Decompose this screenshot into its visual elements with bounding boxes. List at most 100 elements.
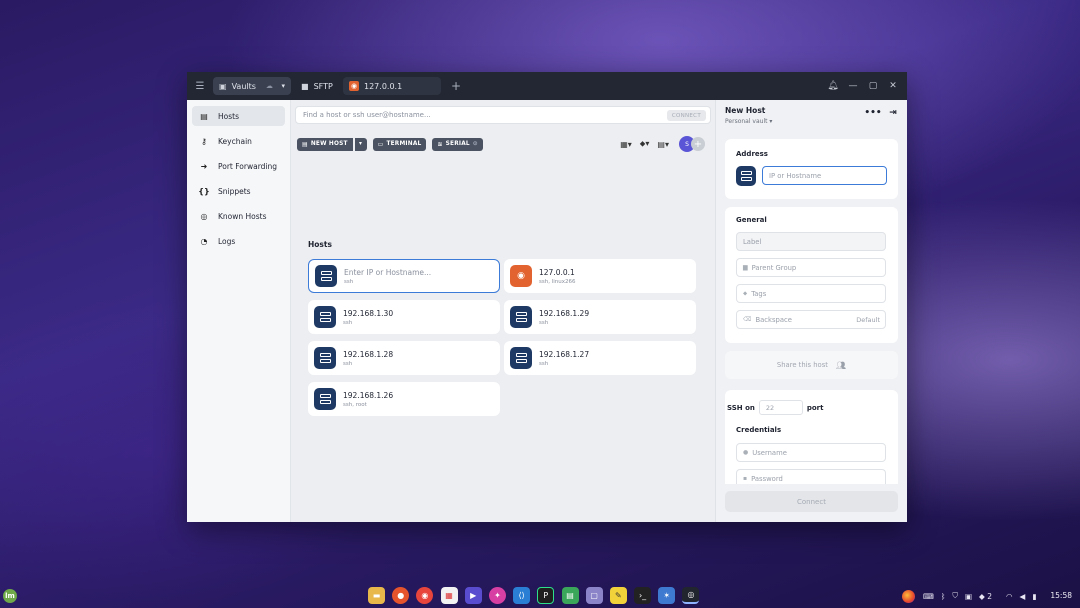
keyboard-icon[interactable]: ⌨ — [923, 592, 934, 601]
notification-icon[interactable]: ◆ 2 — [979, 592, 999, 601]
address-placeholder: IP or Hostname — [769, 171, 822, 180]
fingerprint-icon: ◎ — [200, 211, 208, 221]
pycharm-icon[interactable]: P — [537, 587, 555, 604]
tags-input[interactable]: ⬥ Tags — [736, 284, 886, 303]
spreadsheet-icon[interactable]: ▤ — [561, 587, 579, 604]
port-input[interactable]: 22 — [758, 400, 803, 415]
label-input[interactable]: Label — [736, 232, 886, 251]
connect-button[interactable]: CONNECT — [666, 110, 706, 121]
tab-sftp[interactable]: ■ SFTP — [295, 77, 339, 95]
maximize-icon[interactable]: ▢ — [863, 81, 883, 91]
app-window: ☰ ▣ Vaults ☁ ▾ ■ SFTP ◉ 127.0.0.1 + 🔔︎ —… — [187, 72, 907, 522]
bell-icon[interactable]: 🔔︎ — [823, 81, 843, 91]
start-menu-icon[interactable]: lm — [3, 589, 17, 603]
volume-icon[interactable]: ◀ — [1020, 592, 1026, 601]
sidebar-item-keychain[interactable]: ⚷ Keychain — [192, 131, 285, 151]
battery-icon[interactable]: ▮ — [1032, 592, 1036, 601]
calendar-icon[interactable]: ▦ — [440, 587, 458, 604]
sort-icon[interactable]: ▤▾ — [657, 140, 669, 149]
serial-icon: ≋ — [437, 140, 443, 148]
username-placeholder: Username — [752, 448, 787, 457]
clipboard-icon[interactable]: ▣ — [965, 592, 972, 601]
app-purple-icon[interactable]: ▢ — [585, 587, 603, 604]
address-input[interactable]: IP or Hostname — [762, 166, 887, 185]
terminal-button[interactable]: ▭ TERMINAL — [372, 137, 427, 151]
sidebar-item-known-hosts[interactable]: ◎ Known Hosts — [192, 206, 285, 226]
media-player-icon[interactable]: ▶ — [464, 587, 482, 604]
collapse-panel-icon[interactable]: ⇥ — [883, 108, 903, 118]
chevron-down-icon[interactable]: ▾ — [281, 82, 285, 90]
key-icon: ⚷ — [201, 136, 207, 146]
backspace-select[interactable]: ⌫ Backspace Default — [736, 310, 886, 329]
quick-connect-card[interactable]: Enter IP or Hostname... ssh — [308, 259, 500, 293]
design-app-icon[interactable]: ✦ — [488, 587, 506, 604]
host-card[interactable]: 192.168.1.26 ssh, root — [308, 382, 500, 416]
bluetooth-icon[interactable]: ᛒ — [941, 592, 946, 601]
termius-icon[interactable]: ◎ — [682, 587, 700, 604]
notes-icon[interactable]: ✎ — [609, 587, 627, 604]
tag-filter-icon[interactable]: ⬥▾ — [640, 139, 650, 149]
new-host-dropdown[interactable]: ▾ — [354, 137, 367, 151]
system-tray: ⌨ ᛒ ⛉ ▣ ◆ 2 ◠ ◀ ▮ — [902, 588, 1043, 604]
general-section: General Label ▆ Parent Group ⬥ Tags ⌫ Ba… — [725, 207, 898, 343]
chevron-down-icon: ▾ — [359, 141, 363, 147]
tab-label: SFTP — [313, 81, 333, 91]
sidebar-item-label: Port Forwarding — [218, 161, 278, 171]
host-card[interactable]: 192.168.1.28 ssh — [308, 341, 500, 375]
tab-vaults[interactable]: ▣ Vaults ☁ ▾ — [213, 77, 291, 95]
sidebar-item-snippets[interactable]: {} Snippets — [192, 181, 285, 201]
taskbar-apps: ▬ ● ◉ ▦ ▶ ✦ ⟨⟩ P ▤ ▢ ✎ ›_ ✶ ◎ — [368, 587, 707, 605]
lock-icon: ▪ — [743, 475, 748, 482]
share-host-button[interactable]: Share this host 👥︎ — [725, 351, 898, 379]
more-icon[interactable]: ••• — [863, 108, 883, 118]
tab-host[interactable]: ◉ 127.0.0.1 — [343, 77, 441, 95]
grid-view-icon[interactable]: ▦▾ — [620, 140, 632, 149]
network-tool-icon[interactable]: ✶ — [658, 587, 676, 604]
shield-icon[interactable]: ⛉ — [952, 591, 958, 601]
new-host-button[interactable]: ▤ NEW HOST — [297, 137, 353, 151]
vscode-icon[interactable]: ⟨⟩ — [513, 587, 531, 604]
address-section: Address IP or Hostname — [725, 139, 898, 199]
add-tab-button[interactable]: + — [451, 79, 461, 93]
share-label: Share this host — [776, 361, 828, 369]
host-card[interactable]: 192.168.1.27 ssh — [504, 341, 696, 375]
general-label: General — [736, 216, 767, 224]
chrome-icon[interactable]: ◉ — [416, 587, 434, 604]
files-icon[interactable]: ▬ — [368, 587, 385, 604]
sidebar-item-hosts[interactable]: ▤ Hosts — [192, 106, 285, 126]
add-member-icon[interactable]: + — [691, 137, 705, 151]
firefox-icon[interactable]: ● — [392, 587, 410, 604]
password-input[interactable]: ▪ Password — [736, 469, 886, 484]
browser-tray-icon[interactable] — [902, 589, 915, 603]
username-input[interactable]: ● Username — [736, 443, 886, 462]
host-card[interactable]: 192.168.1.29 ssh — [504, 300, 696, 334]
taskbar: lm ▬ ● ◉ ▦ ▶ ✦ ⟨⟩ P ▤ ▢ ✎ ›_ ✶ ◎ ⌨ ᛒ ⛉ ▣… — [0, 585, 1080, 608]
host-subtitle: ssh, linux266 — [539, 278, 576, 285]
sidebar-item-port-forwarding[interactable]: ➜ Port Forwarding — [192, 156, 285, 176]
server-icon — [314, 347, 336, 369]
search-placeholder: Find a host or ssh user@hostname... — [303, 111, 431, 119]
menu-icon[interactable]: ☰ — [187, 72, 213, 100]
sidebar-item-logs[interactable]: ◔ Logs — [192, 231, 285, 251]
host-card[interactable]: ◉ 127.0.0.1 ssh, linux266 — [504, 259, 696, 293]
server-icon — [510, 347, 532, 369]
close-icon[interactable]: ✕ — [883, 81, 903, 91]
server-icon — [314, 388, 336, 410]
host-card[interactable]: 192.168.1.30 ssh — [308, 300, 500, 334]
wifi-icon[interactable]: ◠ — [1006, 592, 1013, 601]
host-subtitle: ssh — [343, 360, 353, 367]
vault-name: Personal vault — [725, 118, 768, 125]
vault-selector[interactable]: Personal vault ▾ — [725, 118, 772, 125]
search-input[interactable]: Find a host or ssh user@hostname... CONN… — [295, 106, 711, 124]
cloud-icon: ☁ — [265, 82, 273, 90]
hosts-toolbar: ▤ NEW HOST ▾ ▭ TERMINAL ≋ SERIAL ⊙ — [297, 137, 489, 151]
serial-button[interactable]: ≋ SERIAL ⊙ — [432, 137, 483, 151]
terminal-icon: ▭ — [377, 140, 384, 148]
terminal-icon[interactable]: ›_ — [634, 587, 652, 604]
parent-group-input[interactable]: ▆ Parent Group — [736, 258, 886, 277]
vault-icon: ▣ — [219, 81, 227, 91]
clock[interactable]: 15:58 — [1050, 591, 1072, 600]
connect-button[interactable]: Connect — [725, 491, 898, 512]
password-placeholder: Password — [751, 475, 783, 483]
minimize-icon[interactable]: — — [843, 81, 863, 91]
